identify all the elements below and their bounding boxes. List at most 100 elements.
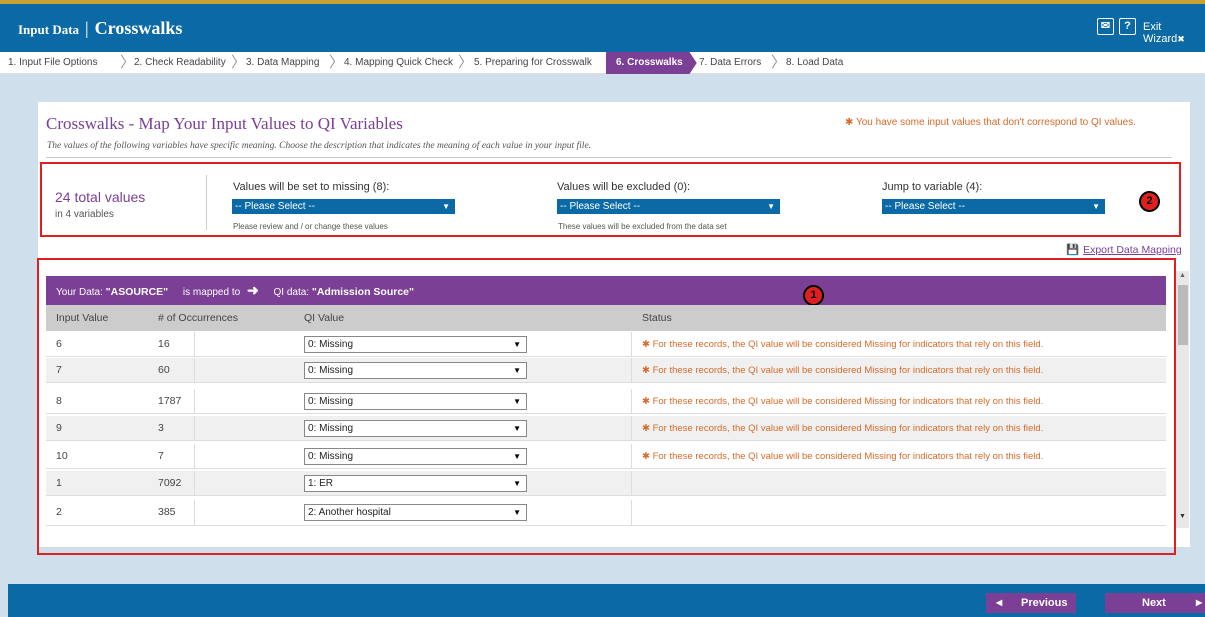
table-row: 8 1787 0: Missing ▼ ✱ For these records, … — [46, 389, 1166, 414]
qi-data-value: "Admission Source" — [311, 286, 414, 298]
triangle-down-icon: ▼ — [442, 202, 450, 211]
occurrences-cell: 60 — [158, 364, 170, 376]
triangle-down-icon: ▼ — [513, 397, 521, 406]
input-value-cell: 9 — [56, 422, 62, 434]
step-data-errors[interactable]: 7. Data Errors — [699, 52, 761, 74]
triangle-down-icon: ▼ — [513, 340, 521, 349]
missing-select[interactable]: -- Please Select -- ▼ — [232, 199, 455, 214]
export-data-mapping-link[interactable]: 💾 Export Data Mapping — [1066, 243, 1182, 256]
divider — [631, 471, 632, 496]
input-value-cell: 2 — [56, 506, 62, 518]
help-icon[interactable]: ? — [1119, 18, 1136, 35]
qi-value-selected: 0: Missing — [308, 451, 354, 462]
jump-select-value: -- Please Select -- — [885, 201, 966, 212]
divider — [194, 389, 195, 414]
input-value-cell: 8 — [56, 395, 62, 407]
divider — [46, 157, 1172, 158]
column-status: Status — [642, 312, 672, 324]
divider — [194, 444, 195, 469]
status-message: ✱ For these records, the QI value will b… — [642, 339, 1044, 350]
triangle-down-icon: ▼ — [767, 202, 775, 211]
arrow-right-icon: ➜ — [246, 282, 259, 298]
step-mapping-quick-check[interactable]: 4. Mapping Quick Check — [344, 52, 453, 74]
table-row: 10 7 0: Missing ▼ ✱ For these records, th… — [46, 444, 1166, 469]
occurrences-cell: 16 — [158, 338, 170, 350]
step-load-data[interactable]: 8. Load Data — [786, 52, 843, 74]
qi-value-selected: 1: ER — [308, 478, 334, 489]
qi-value-select[interactable]: 0: Missing ▼ — [304, 336, 527, 353]
grid-column-headers: Input Value # of Occurrences QI Value St… — [46, 305, 1166, 331]
missing-label: Values will be set to missing (8): — [233, 181, 390, 193]
triangle-down-icon: ▼ — [513, 479, 521, 488]
divider — [631, 500, 632, 525]
app-title-separator: | — [85, 18, 89, 38]
column-qi-value: QI Value — [304, 312, 345, 324]
scroll-up-icon[interactable]: ▲ — [1179, 272, 1186, 279]
mail-icon[interactable]: ✉ — [1097, 18, 1114, 35]
occurrences-cell: 7 — [158, 450, 164, 462]
table-row: 7 60 0: Missing ▼ ✱ For these records, th… — [46, 358, 1166, 383]
qi-value-selected: 0: Missing — [308, 365, 354, 376]
triangle-down-icon: ▼ — [1092, 202, 1100, 211]
next-label: Next — [1142, 597, 1166, 609]
qi-data-label: QI data: — [273, 287, 310, 298]
step-data-mapping[interactable]: 3. Data Mapping — [246, 52, 319, 74]
grid-mapping-header: Your Data: "ASOURCE" is mapped to ➜ QI d… — [46, 276, 1166, 305]
export-label: Export Data Mapping — [1083, 244, 1182, 256]
occurrences-cell: 385 — [158, 506, 176, 518]
status-message: ✱ For these records, the QI value will b… — [642, 423, 1044, 434]
previous-label: Previous — [1021, 597, 1068, 609]
mapped-to-label: is mapped to — [182, 287, 241, 298]
qi-value-selected: 2: Another hospital — [308, 507, 391, 518]
qi-value-select[interactable]: 0: Missing ▼ — [304, 362, 527, 379]
divider — [631, 358, 632, 383]
step-check-readability[interactable]: 2. Check Readability — [134, 52, 226, 74]
qi-value-select[interactable]: 0: Missing ▼ — [304, 393, 527, 410]
excluded-label: Values will be excluded (0): — [557, 181, 691, 193]
step-crosswalks[interactable]: 6. Crosswalks — [606, 52, 697, 74]
input-value-cell: 10 — [56, 450, 68, 462]
qi-value-select[interactable]: 1: ER ▼ — [304, 475, 527, 492]
table-row: 9 3 0: Missing ▼ ✱ For these records, the… — [46, 416, 1166, 441]
chevron-right-icon: ▶ — [1196, 598, 1203, 607]
chevron-right-icon: 〉 — [329, 54, 345, 71]
input-value-cell: 7 — [56, 364, 62, 376]
excluded-select-value: -- Please Select -- — [560, 201, 641, 212]
triangle-down-icon: ▼ — [513, 452, 521, 461]
previous-button[interactable]: ◀ Previous — [986, 593, 1076, 613]
chevron-right-icon: 〉 — [458, 54, 474, 71]
divider — [631, 389, 632, 414]
triangle-down-icon: ▼ — [513, 424, 521, 433]
status-message: ✱ For these records, the QI value will b… — [642, 396, 1044, 407]
divider — [206, 175, 207, 230]
next-button[interactable]: Next ▶ — [1105, 593, 1205, 613]
scroll-down-icon[interactable]: ▼ — [1179, 513, 1186, 520]
chevron-right-icon: 〉 — [231, 54, 247, 71]
step-preparing-for-crosswalk[interactable]: 5. Preparing for Crosswalk — [474, 52, 592, 74]
excluded-select[interactable]: -- Please Select -- ▼ — [557, 199, 780, 214]
chevron-right-icon: 〉 — [120, 54, 136, 71]
jump-select[interactable]: -- Please Select -- ▼ — [882, 199, 1105, 214]
scrollbar-thumb[interactable] — [1178, 285, 1188, 345]
step-input-file-options[interactable]: 1. Input File Options — [8, 52, 98, 74]
qi-value-selected: 0: Missing — [308, 423, 354, 434]
table-row: 6 16 0: Missing ▼ ✱ For these records, th… — [46, 332, 1166, 357]
app-header: Input Data | Crosswalks ✉ ? Exit Wizard✖ — [0, 4, 1205, 52]
exit-wizard-button[interactable]: Exit Wizard✖ — [1143, 21, 1205, 45]
page-description: The values of the following variables ha… — [47, 141, 592, 151]
your-data-value: "ASOURCE" — [105, 286, 169, 298]
status-message: ✱ For these records, the QI value will b… — [642, 451, 1044, 462]
save-icon: 💾 — [1066, 244, 1080, 256]
column-occurrences: # of Occurrences — [158, 312, 238, 324]
divider — [194, 471, 195, 496]
page-title: Crosswalks - Map Your Input Values to QI… — [46, 114, 403, 133]
app-title: Input Data | Crosswalks — [18, 18, 182, 39]
divider — [194, 500, 195, 525]
your-data-label: Your Data: — [56, 287, 103, 298]
qi-value-select[interactable]: 0: Missing ▼ — [304, 448, 527, 465]
qi-value-select[interactable]: 2: Another hospital ▼ — [304, 504, 527, 521]
close-icon: ✖ — [1177, 34, 1185, 44]
divider — [194, 416, 195, 441]
qi-value-select[interactable]: 0: Missing ▼ — [304, 420, 527, 437]
missing-note: Please review and / or change these valu… — [233, 222, 388, 231]
